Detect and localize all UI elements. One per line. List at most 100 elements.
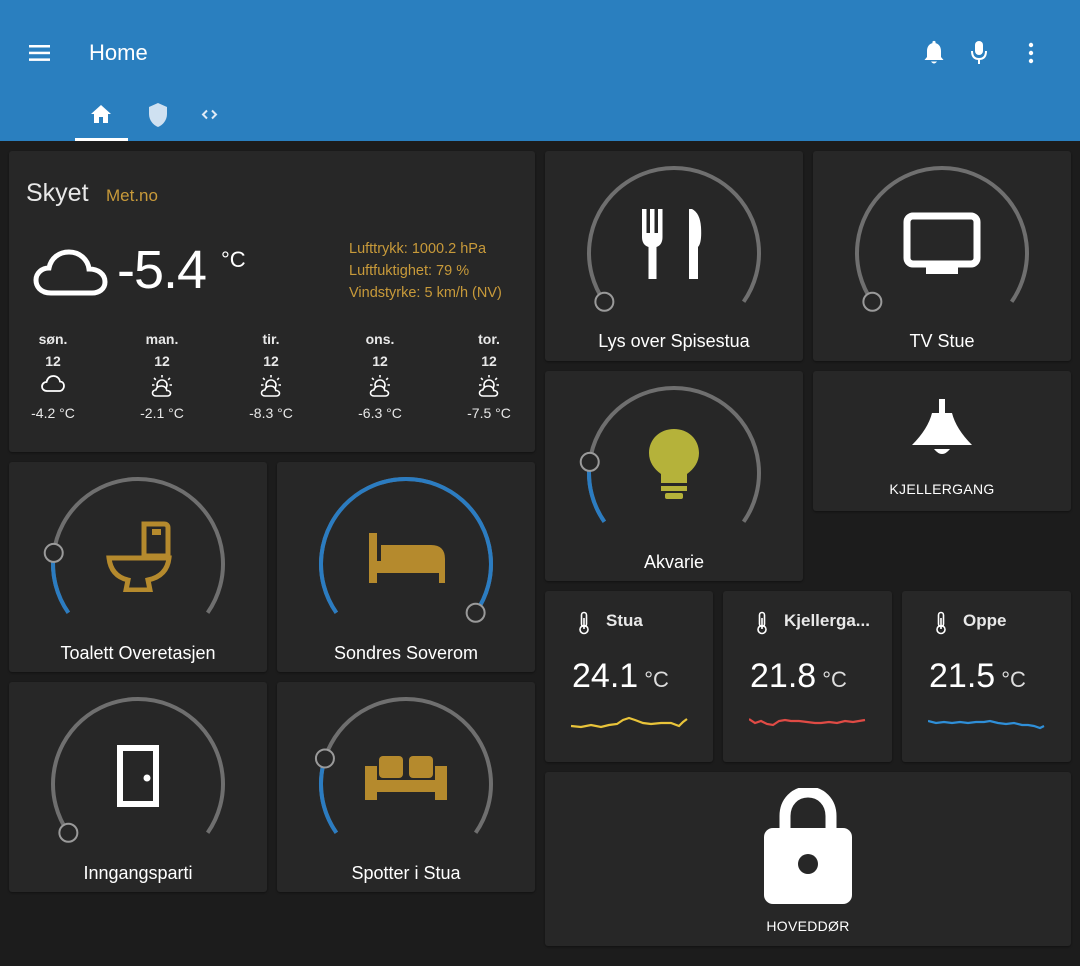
forecast-date: 12	[263, 353, 279, 369]
light-name: Toalett Overetasjen	[60, 643, 216, 663]
shield-icon[interactable]	[147, 102, 169, 128]
button-name: KJELLERGANG	[889, 481, 995, 497]
sensor-graph	[749, 718, 866, 727]
light-name: Akvarie	[643, 552, 705, 572]
microphone-icon[interactable]	[969, 40, 989, 66]
sofa-icon	[365, 756, 447, 800]
night-partly-cloudy-icon	[151, 375, 172, 397]
ceiling-lamp-icon	[912, 399, 972, 454]
sensor-card-stua[interactable]: Stua 24.1 °C	[545, 591, 713, 762]
forecast-day: søn. 12 -4.2 °C	[13, 331, 93, 421]
slider-fill	[319, 757, 339, 834]
weather-source: Met.no	[106, 186, 158, 205]
forecast-temp: -8.3 °C	[249, 405, 293, 421]
sensor-value-number: 21.5	[929, 657, 996, 695]
weather-wind: Vindstyrke: 5 km/h (NV)	[349, 285, 502, 301]
light-card-inngangsparti[interactable]: Inngangsparti	[9, 682, 267, 892]
light-card-toalett[interactable]: Toalett Overetasjen	[9, 462, 267, 672]
menu-icon[interactable]	[28, 43, 51, 63]
lightbulb-icon	[649, 429, 699, 499]
forecast-temp: -4.2 °C	[31, 405, 75, 421]
night-partly-cloudy-icon	[369, 375, 390, 397]
sensor-card-kjellergang[interactable]: Kjellerga... 21.8 °C	[723, 591, 892, 762]
slider-handle[interactable]	[862, 291, 883, 312]
forecast-day-name: man.	[145, 331, 179, 347]
forecast-day: ons. 12 -6.3 °C	[340, 331, 420, 421]
cloud-icon	[33, 249, 108, 296]
sensor-name: Kjellerga...	[784, 611, 870, 630]
light-card-spotter[interactable]: Spotter i Stua	[277, 682, 535, 892]
forecast-temp: -6.3 °C	[358, 405, 402, 421]
forecast-day-name: ons.	[365, 331, 395, 347]
light-name: Spotter i Stua	[351, 863, 461, 883]
page-title: Home	[89, 40, 148, 65]
sensor-unit: °C	[822, 667, 847, 692]
light-card-soverom[interactable]: Sondres Soverom	[277, 462, 535, 672]
light-name: TV Stue	[909, 331, 975, 351]
weather-pressure: Lufttrykk: 1000.2 hPa	[349, 241, 487, 257]
sensor-value-number: 24.1	[572, 657, 639, 695]
forecast-date: 12	[481, 353, 497, 369]
lock-icon	[764, 788, 852, 904]
forecast-day: tir. 12 -8.3 °C	[231, 331, 311, 421]
sensor-unit: °C	[1001, 667, 1026, 692]
bell-icon[interactable]	[922, 40, 946, 66]
light-card-akvarie[interactable]: Akvarie	[545, 371, 803, 581]
light-card-spisestua[interactable]: Lys over Spisestua	[545, 151, 803, 361]
light-name: Sondres Soverom	[333, 643, 479, 663]
forecast-date: 12	[372, 353, 388, 369]
more-vertical-icon[interactable]	[1026, 42, 1036, 64]
forecast-day-name: tor.	[478, 331, 500, 347]
sensor-value: 21.5 °C	[929, 657, 1026, 696]
cloudy-icon	[41, 375, 65, 392]
weather-temperature-unit: °C	[221, 247, 246, 272]
slider-handle[interactable]	[58, 822, 79, 843]
light-name: Inngangsparti	[83, 863, 193, 883]
slider-handle[interactable]	[579, 451, 600, 472]
sensor-name: Oppe	[963, 611, 1007, 630]
weather-humidity: Luftfuktighet: 79 %	[349, 263, 470, 279]
silverware-icon	[642, 209, 702, 279]
lock-name: HOVEDDØR	[766, 918, 850, 934]
television-icon	[903, 212, 981, 274]
sensor-card-oppe[interactable]: Oppe 21.5 °C	[902, 591, 1071, 762]
forecast-day: tor. 12 -7.5 °C	[449, 331, 529, 421]
night-partly-cloudy-icon	[478, 375, 499, 397]
forecast-date: 12	[154, 353, 170, 369]
forecast-temp: -7.5 °C	[467, 405, 511, 421]
forecast-day-name: tir.	[262, 331, 280, 347]
slider-handle[interactable]	[594, 291, 615, 312]
sensor-value: 24.1 °C	[572, 657, 669, 696]
weather-temperature: -5.4	[117, 240, 207, 300]
night-partly-cloudy-icon	[260, 375, 281, 397]
slider-handle[interactable]	[43, 542, 64, 563]
sensor-value-number: 21.8	[750, 657, 817, 695]
thermometer-icon	[579, 611, 589, 635]
toilet-icon	[106, 521, 172, 592]
sensor-unit: °C	[644, 667, 669, 692]
sensor-value: 21.8 °C	[750, 657, 847, 696]
bed-icon	[369, 533, 445, 583]
home-icon[interactable]	[90, 104, 112, 124]
forecast-day-name: søn.	[38, 331, 68, 347]
weather-condition: Skyet	[26, 179, 89, 207]
weather-card[interactable]: Skyet Met.no -5.4 °C Lufttrykk: 1000.2 h…	[9, 151, 535, 452]
light-name: Lys over Spisestua	[598, 331, 750, 351]
forecast-temp: -2.1 °C	[140, 405, 184, 421]
forecast-day: man. 12 -2.1 °C	[122, 331, 202, 421]
light-card-tv-stue[interactable]: TV Stue	[813, 151, 1071, 361]
sensor-graph	[571, 716, 688, 729]
lock-card-hoveddor[interactable]: HOVEDDØR	[545, 772, 1071, 946]
app-header: Home	[0, 0, 1080, 141]
thermometer-icon	[936, 611, 946, 635]
kjellergang-button[interactable]: KJELLERGANG	[813, 371, 1071, 511]
door-icon	[117, 745, 159, 807]
sensor-name: Stua	[606, 611, 643, 630]
forecast-date: 12	[45, 353, 61, 369]
thermometer-icon	[757, 611, 767, 635]
code-icon[interactable]	[201, 109, 218, 120]
sensor-graph	[928, 719, 1045, 730]
active-tab-indicator	[75, 138, 128, 141]
slider-handle[interactable]	[465, 602, 486, 623]
slider-handle[interactable]	[314, 748, 335, 769]
